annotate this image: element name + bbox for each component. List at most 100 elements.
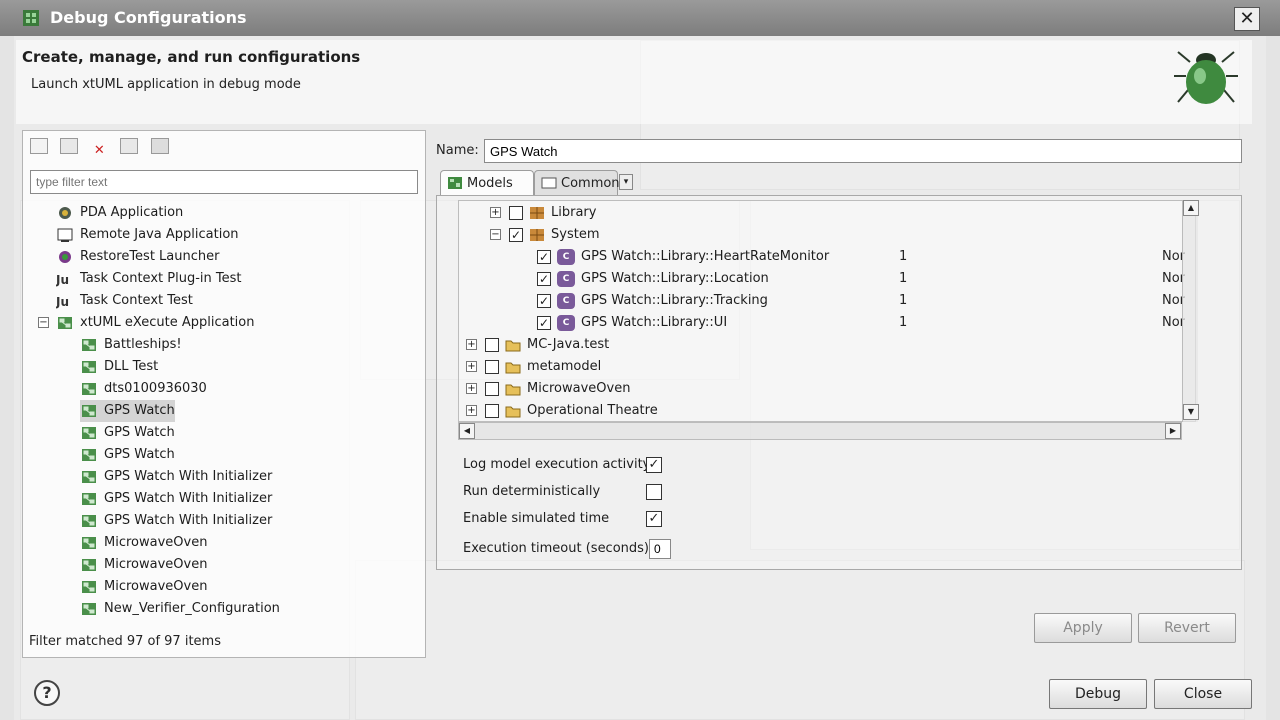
model-checkbox[interactable] bbox=[485, 403, 499, 418]
tab-models[interactable]: Models bbox=[440, 170, 534, 196]
model-tree-item[interactable]: + MC-Java.test bbox=[466, 334, 609, 356]
model-item-label: metamodel bbox=[527, 359, 602, 374]
new-config-icon[interactable] bbox=[30, 138, 48, 154]
config-item-label: GPS Watch bbox=[104, 403, 175, 418]
config-item-label: Remote Java Application bbox=[80, 227, 239, 242]
config-item[interactable]: GPS Watch With Initializer bbox=[80, 488, 272, 510]
filter-input[interactable] bbox=[30, 170, 418, 194]
config-item[interactable]: GPS Watch bbox=[80, 422, 175, 444]
run-deterministically-checkbox[interactable] bbox=[646, 484, 662, 500]
model-checkbox[interactable] bbox=[485, 359, 499, 374]
debug-app-icon bbox=[23, 10, 39, 26]
debug-button[interactable]: Debug bbox=[1049, 679, 1147, 709]
collapse-all-icon[interactable] bbox=[120, 138, 139, 154]
config-item[interactable]: GPS Watch With Initializer bbox=[80, 466, 272, 488]
project-folder-icon bbox=[505, 384, 521, 395]
model-checkbox[interactable] bbox=[485, 381, 499, 396]
close-button[interactable]: Close bbox=[1154, 679, 1252, 709]
model-checkbox[interactable]: ✓ bbox=[537, 315, 551, 330]
tab-common[interactable]: Common bbox=[534, 170, 620, 196]
config-item[interactable]: Remote Java Application bbox=[56, 224, 239, 246]
dialog-description: Launch xtUML application in debug mode bbox=[31, 77, 301, 92]
expand-toggle[interactable]: + bbox=[466, 405, 477, 416]
scroll-left-button[interactable]: ◀ bbox=[459, 423, 475, 439]
expand-toggle[interactable]: + bbox=[466, 383, 477, 394]
component-icon: C bbox=[557, 270, 575, 287]
timeout-label: Execution timeout (seconds) bbox=[463, 541, 649, 556]
config-item[interactable]: Ju Task Context Plug-in Test bbox=[56, 268, 241, 290]
tabs-overflow-button[interactable]: ▾ bbox=[619, 174, 633, 190]
scroll-up-button[interactable]: ▲ bbox=[1183, 200, 1199, 216]
model-checkbox[interactable] bbox=[509, 205, 523, 220]
config-item[interactable]: DLL Test bbox=[80, 356, 158, 378]
config-item[interactable]: PDA Application bbox=[56, 202, 183, 224]
config-item[interactable]: Battleships! bbox=[80, 334, 182, 356]
model-checkbox[interactable] bbox=[485, 337, 499, 352]
project-folder-icon bbox=[505, 340, 521, 351]
expand-toggle[interactable]: + bbox=[466, 339, 477, 350]
model-checkbox[interactable]: ✓ bbox=[537, 249, 551, 264]
model-checkbox[interactable]: ✓ bbox=[537, 293, 551, 308]
component-icon: C bbox=[557, 248, 575, 265]
config-item[interactable]: GPS Watch bbox=[80, 444, 175, 466]
log-activity-label: Log model execution activity bbox=[463, 457, 651, 472]
config-item[interactable]: MicrowaveOven bbox=[80, 532, 207, 554]
delete-config-icon[interactable]: ✕ bbox=[90, 143, 108, 159]
model-checkbox[interactable]: ✓ bbox=[537, 271, 551, 286]
model-tree-item[interactable]: + Library bbox=[490, 202, 596, 224]
model-checkbox[interactable]: ✓ bbox=[509, 227, 523, 242]
config-item[interactable]: xtUML eXecute Application bbox=[56, 312, 254, 334]
remote-java-icon bbox=[57, 228, 73, 242]
help-icon[interactable]: ? bbox=[34, 680, 60, 706]
expand-toggle[interactable]: − bbox=[490, 229, 501, 240]
models-vertical-scrollbar[interactable]: ▲ ▼ bbox=[1182, 200, 1199, 422]
close-window-button[interactable]: ✕ bbox=[1234, 7, 1260, 31]
apply-button[interactable]: Apply bbox=[1034, 613, 1132, 643]
model-tree-item[interactable]: − ✓ System bbox=[490, 224, 599, 246]
simulated-time-checkbox[interactable]: ✓ bbox=[646, 511, 662, 527]
filter-status: Filter matched 97 of 97 items bbox=[29, 634, 221, 649]
log-activity-checkbox[interactable]: ✓ bbox=[646, 457, 662, 473]
model-instance-count: 1 bbox=[899, 271, 908, 286]
svg-text:Ju: Ju bbox=[56, 273, 69, 287]
config-item-label: RestoreTest Launcher bbox=[80, 249, 220, 264]
expand-toggle[interactable]: + bbox=[490, 207, 501, 218]
timeout-field[interactable] bbox=[649, 539, 671, 559]
config-item[interactable]: New_Verifier_Configuration bbox=[80, 598, 280, 620]
revert-button[interactable]: Revert bbox=[1138, 613, 1236, 643]
config-item[interactable]: GPS Watch With Initializer bbox=[80, 510, 272, 532]
model-tree-item[interactable]: + metamodel bbox=[466, 356, 601, 378]
model-item-label: GPS Watch::Library::HeartRateMonitor bbox=[581, 249, 830, 264]
configuration-name-field[interactable] bbox=[484, 139, 1242, 163]
config-item[interactable]: GPS Watch bbox=[80, 400, 175, 422]
xtuml-config-icon bbox=[82, 492, 96, 505]
xtuml-config-icon bbox=[82, 448, 96, 461]
bug-icon bbox=[1174, 51, 1238, 104]
model-tree-item[interactable]: + MicrowaveOven bbox=[466, 378, 630, 400]
scroll-down-button[interactable]: ▼ bbox=[1183, 404, 1199, 420]
model-tree-item[interactable]: ✓ C GPS Watch::Library::UI bbox=[537, 312, 727, 334]
configuration-toolbar: ✕ bbox=[30, 138, 190, 160]
pda-icon bbox=[59, 206, 71, 219]
model-tree-item[interactable]: + Operational Theatre bbox=[466, 400, 658, 422]
configuration-tree: PDA Application Remote Java Application Re… bbox=[30, 200, 418, 630]
duplicate-config-icon[interactable] bbox=[60, 138, 79, 154]
filter-config-icon[interactable] bbox=[150, 138, 169, 154]
model-tree-item[interactable]: ✓ C GPS Watch::Library::HeartRateMonitor bbox=[537, 246, 829, 268]
config-item-label: MicrowaveOven bbox=[104, 535, 208, 550]
model-tree-item[interactable]: ✓ C GPS Watch::Library::Location bbox=[537, 268, 769, 290]
config-item[interactable]: Ju Task Context Test bbox=[56, 290, 193, 312]
config-item-label: MicrowaveOven bbox=[104, 557, 208, 572]
package-icon bbox=[530, 228, 544, 241]
config-item-label: PDA Application bbox=[80, 205, 184, 220]
config-item[interactable]: dts0100936030 bbox=[80, 378, 207, 400]
config-item[interactable]: MicrowaveOven bbox=[80, 554, 207, 576]
config-item[interactable]: MicrowaveOven bbox=[80, 576, 207, 598]
scroll-right-button[interactable]: ▶ bbox=[1165, 423, 1181, 439]
expand-toggle[interactable]: + bbox=[466, 361, 477, 372]
config-item-label: GPS Watch bbox=[104, 447, 175, 462]
model-tree-item[interactable]: ✓ C GPS Watch::Library::Tracking bbox=[537, 290, 768, 312]
model-instance-count: 1 bbox=[899, 315, 908, 330]
config-item[interactable]: RestoreTest Launcher bbox=[56, 246, 219, 268]
models-horizontal-scrollbar[interactable]: ◀ ▶ bbox=[458, 422, 1182, 440]
